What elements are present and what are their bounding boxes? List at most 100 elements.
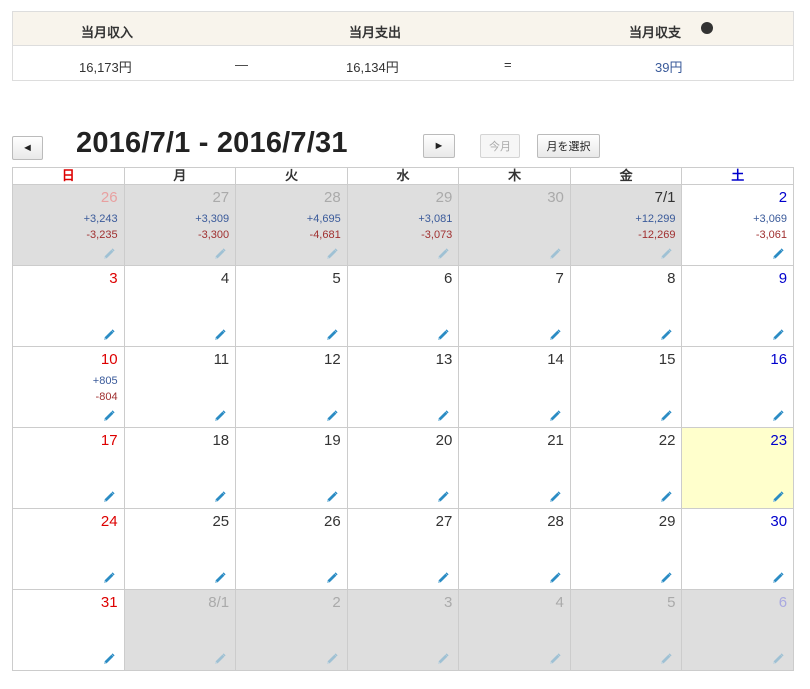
calendar-day-cell[interactable]: 12: [236, 347, 348, 428]
pencil-icon[interactable]: [549, 490, 561, 502]
pencil-icon[interactable]: [772, 652, 784, 664]
help-icon[interactable]: ?: [701, 21, 713, 34]
next-month-button[interactable]: ►: [423, 134, 455, 158]
pencil-icon[interactable]: [103, 652, 115, 664]
day-expense: -804: [95, 391, 118, 403]
select-month-button[interactable]: 月を選択: [537, 134, 600, 158]
pencil-icon[interactable]: [103, 571, 115, 583]
income-label: 当月収入: [81, 25, 134, 40]
day-number: 4: [555, 594, 564, 611]
pencil-icon[interactable]: [549, 652, 561, 664]
pencil-icon[interactable]: [549, 247, 561, 259]
calendar-day-cell[interactable]: 7: [459, 266, 571, 347]
pencil-icon[interactable]: [772, 328, 784, 340]
calendar-day-cell[interactable]: 27: [347, 509, 460, 590]
prev-month-button[interactable]: ◄: [12, 136, 43, 160]
pencil-icon[interactable]: [326, 409, 338, 421]
calendar-day-cell[interactable]: 30: [459, 185, 571, 266]
day-number: 29: [435, 189, 453, 206]
calendar-day-cell[interactable]: 2 +3,069 -3,061: [682, 185, 795, 266]
calendar-day-cell[interactable]: 6: [682, 590, 795, 671]
calendar-day-cell[interactable]: 11: [124, 347, 237, 428]
calendar-day-cell[interactable]: 8: [570, 266, 683, 347]
calendar-day-cell[interactable]: 10 +805 -804: [13, 347, 125, 428]
calendar-day-cell[interactable]: 15: [570, 347, 683, 428]
calendar-day-cell[interactable]: 18: [124, 428, 237, 509]
calendar-day-cell[interactable]: 29 +3,081 -3,073: [347, 185, 460, 266]
calendar-day-cell[interactable]: 28: [459, 509, 571, 590]
pencil-icon[interactable]: [437, 571, 449, 583]
calendar-day-cell[interactable]: 16: [682, 347, 795, 428]
balance-value: 39円: [655, 60, 683, 75]
pencil-icon[interactable]: [437, 247, 449, 259]
calendar-day-cell[interactable]: 3: [13, 266, 125, 347]
pencil-icon[interactable]: [326, 328, 338, 340]
pencil-icon[interactable]: [214, 571, 226, 583]
pencil-icon[interactable]: [549, 571, 561, 583]
calendar-day-cell[interactable]: 3: [347, 590, 460, 671]
calendar-day-cell[interactable]: 31: [13, 590, 125, 671]
pencil-icon[interactable]: [103, 409, 115, 421]
pencil-icon[interactable]: [103, 328, 115, 340]
day-number: 18: [212, 432, 230, 449]
calendar-day-cell[interactable]: 8/1: [124, 590, 237, 671]
pencil-icon[interactable]: [437, 490, 449, 502]
calendar-day-cell[interactable]: 13: [347, 347, 460, 428]
pencil-icon[interactable]: [549, 409, 561, 421]
pencil-icon[interactable]: [326, 247, 338, 259]
calendar-day-cell[interactable]: 24: [13, 509, 125, 590]
pencil-icon[interactable]: [214, 328, 226, 340]
calendar-day-cell[interactable]: 26: [236, 509, 348, 590]
pencil-icon[interactable]: [549, 328, 561, 340]
calendar-day-cell[interactable]: 20: [347, 428, 460, 509]
pencil-icon[interactable]: [437, 652, 449, 664]
pencil-icon[interactable]: [326, 490, 338, 502]
pencil-icon[interactable]: [103, 490, 115, 502]
calendar-day-cell[interactable]: 7/1 +12,299 -12,269: [570, 185, 683, 266]
day-number: 24: [100, 513, 118, 530]
pencil-icon[interactable]: [660, 571, 673, 583]
calendar-day-cell[interactable]: 4: [459, 590, 571, 671]
pencil-icon[interactable]: [437, 328, 449, 340]
pencil-icon[interactable]: [660, 409, 673, 421]
calendar-day-cell[interactable]: 30: [682, 509, 795, 590]
day-number: 23: [770, 432, 788, 449]
calendar-day-cell[interactable]: 14: [459, 347, 571, 428]
day-expense: -4,681: [309, 229, 341, 241]
day-expense: -3,235: [86, 229, 118, 241]
pencil-icon[interactable]: [772, 490, 784, 502]
calendar-day-cell[interactable]: 26 +3,243 -3,235: [13, 185, 125, 266]
pencil-icon[interactable]: [660, 490, 673, 502]
calendar-day-cell[interactable]: 29: [570, 509, 683, 590]
calendar-day-cell[interactable]: 27 +3,309 -3,300: [124, 185, 237, 266]
pencil-icon[interactable]: [214, 490, 226, 502]
pencil-icon[interactable]: [772, 409, 784, 421]
pencil-icon[interactable]: [772, 247, 784, 259]
pencil-icon[interactable]: [660, 652, 673, 664]
pencil-icon[interactable]: [772, 571, 784, 583]
calendar-day-cell[interactable]: 9: [682, 266, 795, 347]
calendar-day-cell[interactable]: 5: [570, 590, 683, 671]
calendar-day-cell[interactable]: 5: [236, 266, 348, 347]
this-month-button[interactable]: 今月: [480, 134, 520, 158]
calendar-day-cell[interactable]: 2: [236, 590, 348, 671]
pencil-icon[interactable]: [214, 409, 226, 421]
pencil-icon[interactable]: [214, 247, 226, 259]
calendar-day-cell[interactable]: 28 +4,695 -4,681: [236, 185, 348, 266]
pencil-icon[interactable]: [103, 247, 115, 259]
calendar-day-cell[interactable]: 17: [13, 428, 125, 509]
pencil-icon[interactable]: [214, 652, 226, 664]
calendar-day-cell[interactable]: 6: [347, 266, 460, 347]
calendar-day-cell[interactable]: 4: [124, 266, 237, 347]
pencil-icon[interactable]: [660, 328, 673, 340]
calendar-day-cell[interactable]: 25: [124, 509, 237, 590]
calendar-day-cell[interactable]: 21: [459, 428, 571, 509]
calendar-day-cell[interactable]: 19: [236, 428, 348, 509]
pencil-icon[interactable]: [326, 571, 338, 583]
pencil-icon[interactable]: [326, 652, 338, 664]
day-number: 6: [443, 270, 453, 287]
pencil-icon[interactable]: [437, 409, 449, 421]
calendar-day-cell[interactable]: 22: [570, 428, 683, 509]
pencil-icon[interactable]: [660, 247, 673, 259]
calendar-day-cell[interactable]: 23: [682, 428, 795, 509]
